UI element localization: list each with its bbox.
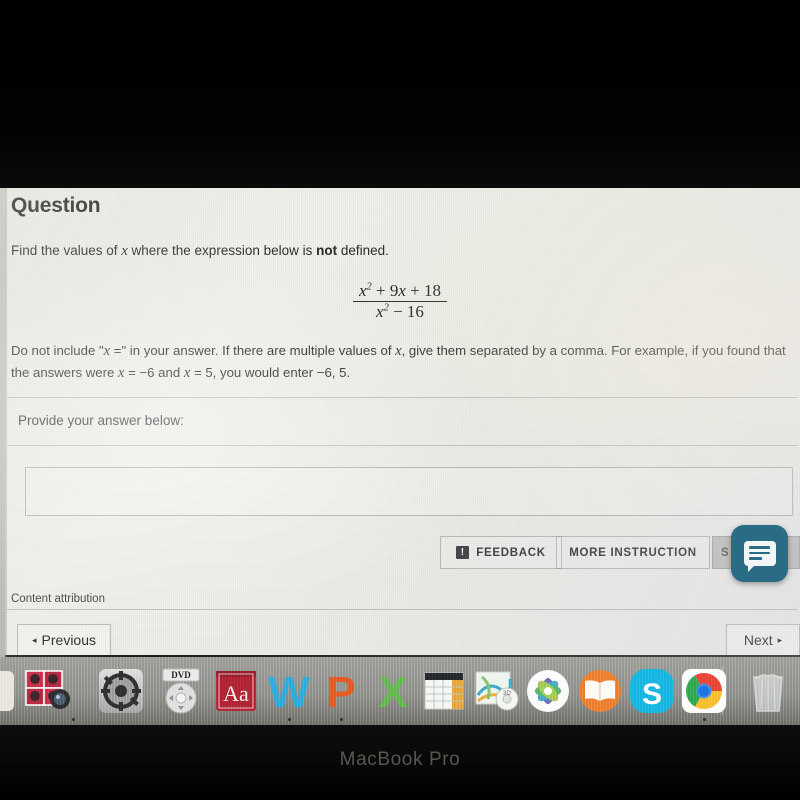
svg-text:W: W (268, 668, 310, 717)
chat-widget-button[interactable] (731, 525, 788, 582)
dock-item-trash[interactable] (742, 665, 794, 717)
laptop-photo: Question Find the values of x where the … (0, 0, 800, 800)
more-instruction-button[interactable]: MORE INSTRUCTION (556, 536, 710, 569)
prompt-bold-not: not (316, 243, 338, 258)
divider-footer (7, 609, 797, 610)
page-title: Question (11, 194, 101, 217)
bottom-bezel: MacBook Pro (0, 725, 800, 800)
prompt-text-2: where the expression below is (127, 243, 317, 258)
dock-item-ibooks[interactable] (574, 665, 626, 717)
dock-separator (722, 667, 723, 715)
macos-dock: DVD Aa W P X 3D S (0, 657, 800, 725)
svg-text:X: X (378, 668, 407, 717)
more-instruction-label: MORE INSTRUCTION (569, 546, 697, 559)
action-button-row: ! FEEDBACK MORE INSTRUCTION S (0, 536, 800, 569)
svg-text:3D: 3D (503, 691, 511, 697)
previous-button[interactable]: ◂ Previous (17, 624, 111, 656)
previous-label: Previous (41, 632, 96, 648)
expression-denominator: x2 − 16 (376, 302, 424, 322)
dock-item-maps-disc[interactable]: 3D (470, 665, 522, 717)
question-prompt: Find the values of x where the expressio… (11, 243, 531, 260)
dock-item-microsoft-excel[interactable]: X (367, 665, 419, 717)
next-button[interactable]: Next ▸ (726, 624, 800, 656)
dock-item-calendar[interactable] (418, 665, 470, 717)
dock-item-system-preferences[interactable] (95, 665, 147, 717)
dock-item-dictionary[interactable]: Aa (210, 665, 262, 717)
chevron-right-icon: ▸ (777, 634, 783, 645)
divider-answer (7, 445, 797, 446)
svg-text:P: P (326, 668, 355, 717)
device-brand-label: MacBook Pro (339, 749, 461, 770)
question-page: Question Find the values of x where the … (0, 188, 800, 657)
dock-item-dvd-player[interactable]: DVD (155, 665, 207, 717)
expression-numerator: x2 + 9x + 18 (352, 281, 448, 302)
svg-text:DVD: DVD (171, 670, 191, 680)
top-bezel (0, 0, 800, 188)
math-expression: x2 + 9x + 18 x2 − 16 (0, 280, 800, 323)
dock-item-microsoft-powerpoint[interactable]: P (315, 665, 367, 717)
dock-item-skype[interactable]: S (626, 665, 678, 717)
feedback-button[interactable]: ! FEEDBACK (440, 536, 562, 569)
speech-bubble-icon (743, 541, 776, 572)
prompt-text-3: defined. (337, 243, 389, 258)
submit-label: S (721, 546, 730, 559)
prompt-text-1: Find the values of (11, 243, 122, 258)
laptop-screen: Question Find the values of x where the … (0, 188, 800, 657)
page-left-edge-shadow (5, 188, 7, 657)
svg-text:Aa: Aa (223, 681, 249, 706)
svg-text:S: S (642, 678, 662, 711)
answer-label: Provide your answer below: (18, 413, 184, 428)
dock-item-partial[interactable] (0, 665, 20, 717)
feedback-label: FEEDBACK (476, 546, 546, 559)
answer-instructions: Do not include "x =" in your answer. If … (11, 343, 786, 382)
dock-item-photo-booth[interactable] (22, 665, 74, 717)
chevron-left-icon: ◂ (32, 634, 37, 645)
divider-top (7, 397, 797, 398)
dock-item-photos[interactable] (522, 665, 574, 717)
answer-input[interactable] (25, 467, 793, 516)
dock-item-microsoft-word[interactable]: W (263, 665, 315, 717)
exclamation-box-icon: ! (456, 546, 470, 559)
content-attribution: Content attribution (11, 593, 105, 602)
next-label: Next (743, 632, 773, 648)
